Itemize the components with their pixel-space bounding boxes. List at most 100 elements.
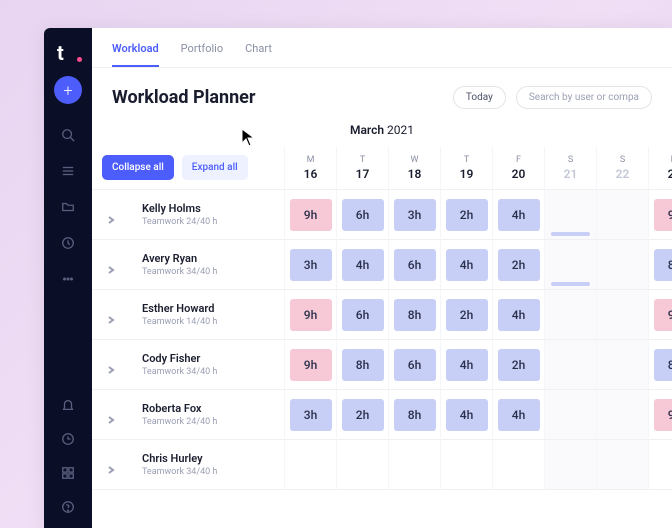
user-row-header[interactable]: Esther HowardTeamwork 14/40 h — [92, 290, 284, 340]
tab-chart[interactable]: Chart — [245, 42, 272, 67]
workload-cell[interactable] — [544, 240, 596, 290]
workload-cell[interactable] — [544, 440, 596, 490]
workload-cell[interactable]: 9h — [648, 390, 672, 440]
workload-cell[interactable] — [388, 440, 440, 490]
workload-cell[interactable]: 6h — [336, 190, 388, 240]
user-info: Chris HurleyTeamwork 34/40 h — [142, 452, 217, 477]
workload-cell[interactable]: 2h — [492, 340, 544, 390]
collapse-all-button[interactable]: Collapse all — [102, 155, 174, 180]
workload-cell[interactable] — [544, 290, 596, 340]
user-row-header[interactable]: Kelly HolmsTeamwork 24/40 h — [92, 190, 284, 240]
workload-block: 8h — [394, 399, 436, 431]
workload-block: 2h — [342, 399, 384, 431]
search-icon[interactable] — [61, 128, 75, 142]
user-row-header[interactable]: Cody FisherTeamwork 34/40 h — [92, 340, 284, 390]
workload-block: 2h — [498, 249, 540, 281]
workload-block: 2h — [498, 349, 540, 381]
workload-cell[interactable]: 2h — [336, 390, 388, 440]
workload-cell[interactable]: 4h — [440, 340, 492, 390]
add-button[interactable]: + — [54, 76, 82, 104]
workload-cell[interactable]: 2h — [440, 290, 492, 340]
help-icon[interactable] — [61, 500, 75, 514]
user-meta: Teamwork 34/40 h — [142, 367, 217, 377]
chevron-right-icon — [106, 410, 116, 420]
app-window: t + Workload Portfolio Chart Workload Pl… — [44, 28, 672, 528]
workload-cell[interactable] — [544, 390, 596, 440]
workload-cell[interactable] — [284, 440, 336, 490]
day-header: M16 — [284, 147, 336, 190]
workload-cell[interactable] — [544, 190, 596, 240]
page-header: Workload Planner Today Search by user or… — [92, 68, 672, 119]
workload-cell[interactable]: 9h — [284, 190, 336, 240]
workload-cell[interactable]: 8h — [648, 240, 672, 290]
workload-block: 6h — [394, 249, 436, 281]
day-number: 20 — [493, 167, 544, 181]
workload-cell[interactable]: 4h — [492, 190, 544, 240]
tab-workload[interactable]: Workload — [112, 42, 159, 67]
day-number: 18 — [389, 167, 440, 181]
workload-block: 3h — [290, 399, 332, 431]
day-header: T17 — [336, 147, 388, 190]
bell-icon[interactable] — [61, 398, 75, 412]
day-of-week: M — [649, 155, 672, 165]
workload-block: 2h — [446, 299, 488, 331]
workload-cell[interactable] — [596, 340, 648, 390]
day-number: 22 — [597, 167, 648, 181]
workload-cell[interactable] — [648, 440, 672, 490]
workload-cell[interactable]: 4h — [440, 390, 492, 440]
tab-portfolio[interactable]: Portfolio — [181, 42, 223, 67]
workload-cell[interactable]: 8h — [336, 340, 388, 390]
workload-cell[interactable] — [596, 440, 648, 490]
workload-cell[interactable]: 6h — [388, 240, 440, 290]
workload-cell[interactable]: 6h — [336, 290, 388, 340]
workload-cell[interactable]: 3h — [388, 190, 440, 240]
folder-icon[interactable] — [61, 200, 75, 214]
list-icon[interactable] — [61, 164, 75, 178]
workload-cell[interactable]: 9h — [284, 290, 336, 340]
day-header: T19 — [440, 147, 492, 190]
expand-all-button[interactable]: Expand all — [182, 155, 248, 180]
workload-cell[interactable] — [440, 440, 492, 490]
user-row-header[interactable]: Avery RyanTeamwork 34/40 h — [92, 240, 284, 290]
workload-cell[interactable]: 2h — [440, 190, 492, 240]
day-of-week: T — [441, 155, 492, 165]
month-name: March — [350, 123, 384, 137]
day-of-week: M — [285, 155, 336, 165]
workload-cell[interactable] — [336, 440, 388, 490]
workload-cell[interactable]: 4h — [336, 240, 388, 290]
workload-cell[interactable]: 6h — [388, 340, 440, 390]
user-info: Cody FisherTeamwork 34/40 h — [142, 352, 217, 377]
today-button[interactable]: Today — [453, 86, 506, 109]
day-of-week: S — [597, 155, 648, 165]
workload-cell[interactable]: 3h — [284, 240, 336, 290]
history-icon[interactable] — [61, 432, 75, 446]
workload-cell[interactable]: 4h — [440, 240, 492, 290]
workload-grid: Collapse all Expand all M16T17W18T19F20S… — [92, 147, 672, 490]
main-panel: Workload Portfolio Chart Workload Planne… — [92, 28, 672, 528]
workload-cell[interactable] — [596, 240, 648, 290]
workload-cell[interactable]: 8h — [648, 340, 672, 390]
workload-cell[interactable]: 9h — [284, 340, 336, 390]
workload-cell[interactable] — [492, 440, 544, 490]
workload-cell[interactable]: 2h — [492, 240, 544, 290]
workload-cell[interactable] — [544, 340, 596, 390]
workload-cell[interactable] — [596, 390, 648, 440]
search-input[interactable]: Search by user or compa — [516, 86, 652, 109]
more-icon[interactable] — [61, 272, 75, 286]
day-of-week: S — [545, 155, 596, 165]
workload-cell[interactable]: 4h — [492, 390, 544, 440]
user-row-header[interactable]: Roberta FoxTeamwork 24/40 h — [92, 390, 284, 440]
workload-cell[interactable]: 9h — [648, 190, 672, 240]
workload-cell[interactable]: 4h — [492, 290, 544, 340]
clock-icon[interactable] — [61, 236, 75, 250]
workload-cell[interactable]: 9h — [648, 290, 672, 340]
chevron-right-icon — [106, 460, 116, 470]
user-row-header[interactable]: Chris HurleyTeamwork 34/40 h — [92, 440, 284, 490]
user-info: Roberta FoxTeamwork 24/40 h — [142, 402, 217, 427]
workload-cell[interactable]: 3h — [284, 390, 336, 440]
workload-cell[interactable]: 8h — [388, 390, 440, 440]
workload-cell[interactable] — [596, 290, 648, 340]
grid-icon[interactable] — [61, 466, 75, 480]
workload-cell[interactable] — [596, 190, 648, 240]
workload-cell[interactable]: 8h — [388, 290, 440, 340]
